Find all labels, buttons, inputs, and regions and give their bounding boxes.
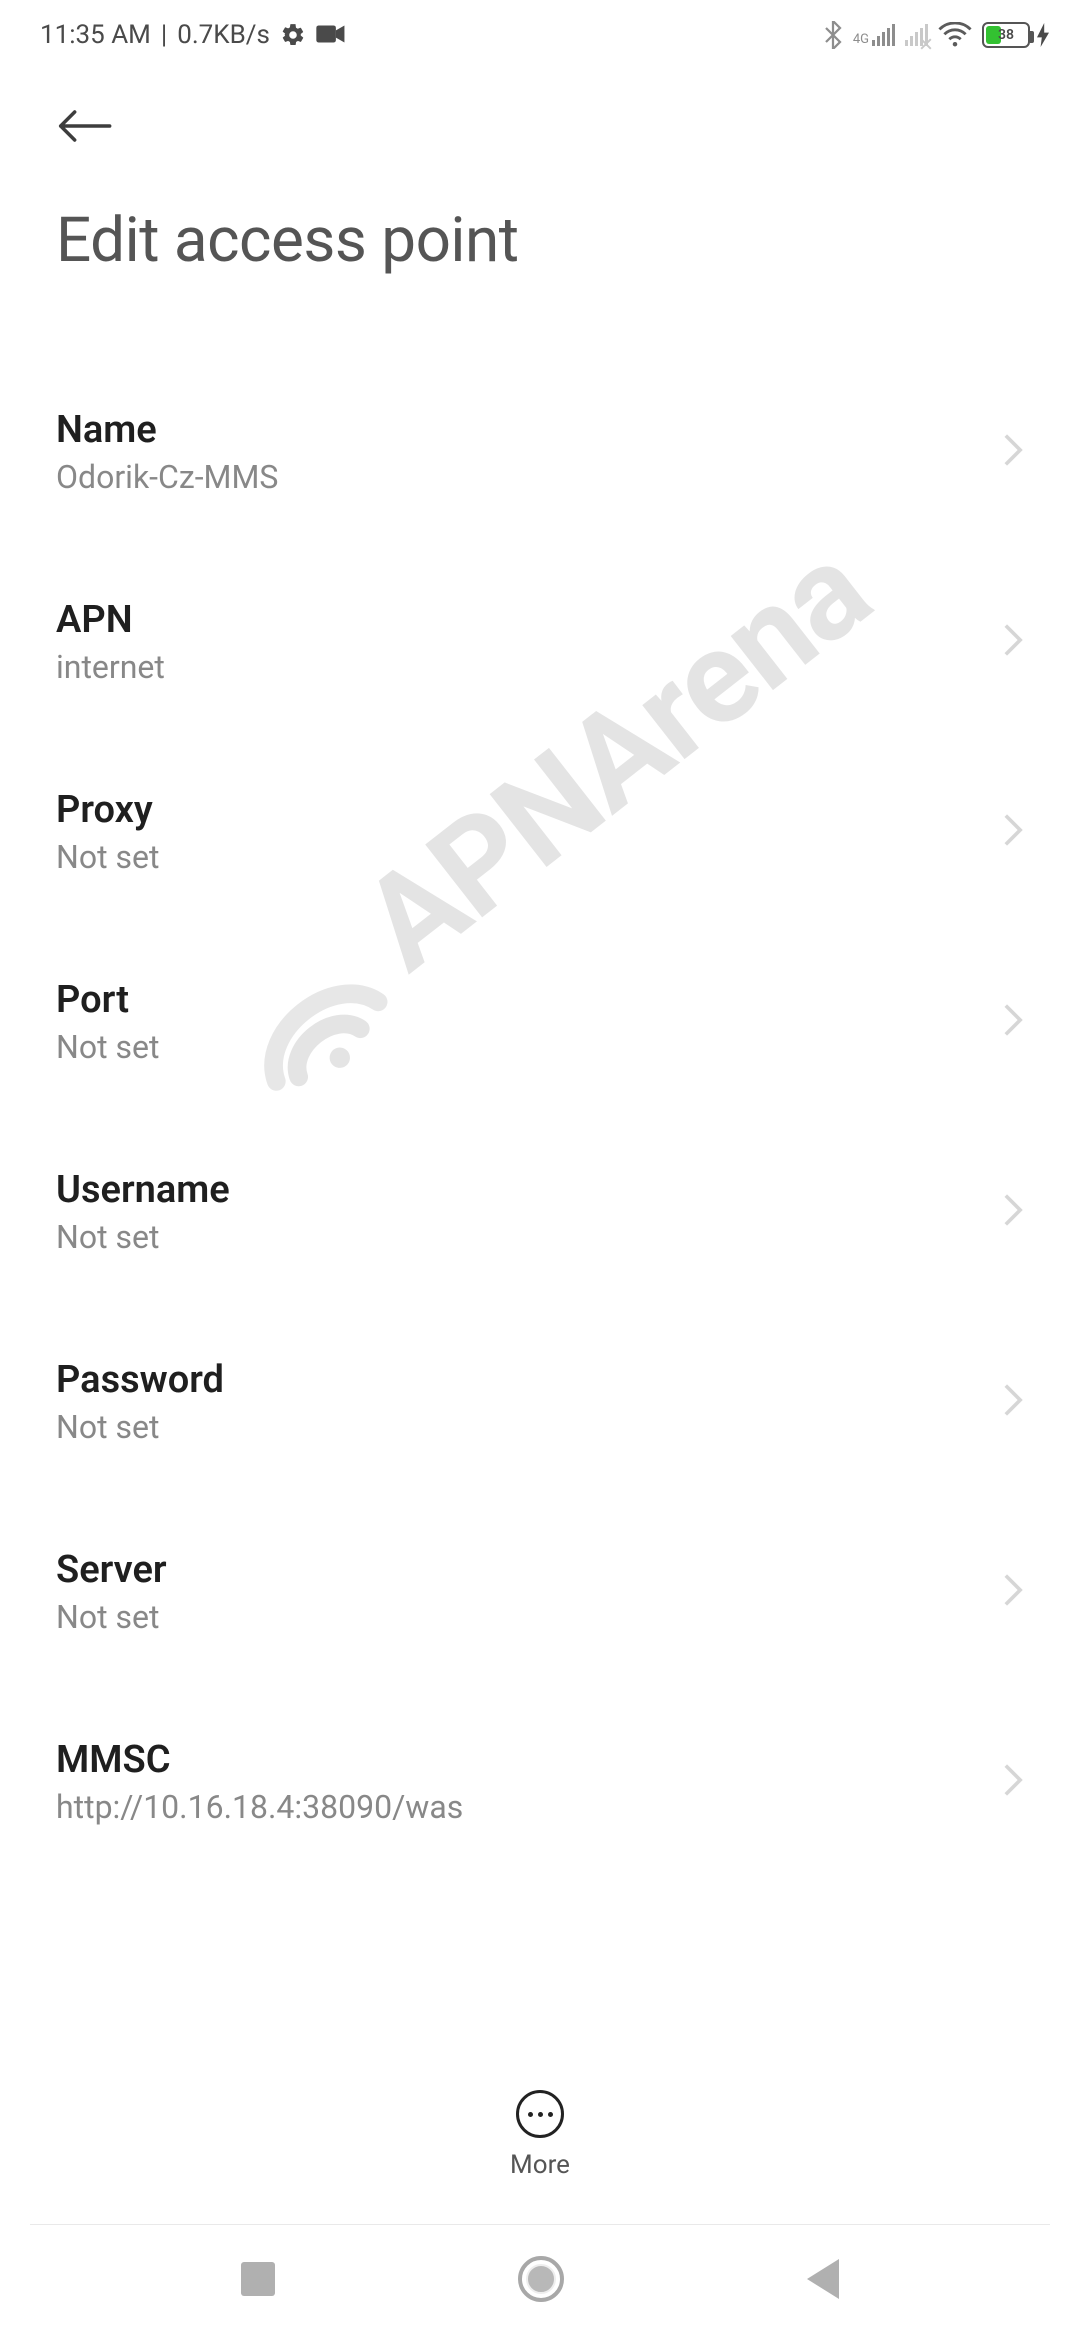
header: Edit access point	[0, 94, 1080, 277]
signal-4g: 4G	[853, 24, 895, 46]
status-net-speed: 0.7KB/s	[177, 20, 270, 50]
setting-item-port[interactable]: Port Not set	[0, 927, 1080, 1117]
setting-value: http://10.16.18.4:38090/was	[56, 1788, 463, 1826]
setting-label: APN	[56, 598, 165, 642]
chevron-right-icon	[1002, 622, 1024, 662]
signal-bars-secondary-icon	[905, 24, 928, 46]
chevron-right-icon	[1002, 1002, 1024, 1042]
setting-item-name[interactable]: Name Odorik-Cz-MMS	[0, 357, 1080, 547]
chevron-right-icon	[1002, 1192, 1024, 1232]
back-button[interactable]	[56, 94, 120, 158]
battery-icon: 38	[982, 22, 1030, 48]
setting-item-mmsc[interactable]: MMSC http://10.16.18.4:38090/was	[0, 1687, 1080, 1867]
status-time: 11:35 AM	[40, 20, 151, 50]
setting-item-username[interactable]: Username Not set	[0, 1117, 1080, 1307]
signal-bars-icon	[872, 24, 895, 46]
chevron-right-icon	[1002, 1382, 1024, 1422]
status-bar: 11:35 AM | 0.7KB/s 4G 38	[0, 0, 1080, 70]
setting-label: Server	[56, 1548, 167, 1592]
mobile-gen-label: 4G	[853, 33, 869, 46]
nav-home-icon[interactable]	[518, 2256, 564, 2302]
status-separator: |	[161, 20, 167, 50]
setting-value: Not set	[56, 838, 159, 876]
status-left: 11:35 AM | 0.7KB/s	[40, 20, 342, 50]
more-button[interactable]: More	[0, 2090, 1080, 2180]
setting-value: Not set	[56, 1028, 159, 1066]
charging-bolt-icon	[1036, 23, 1050, 47]
chevron-right-icon	[1002, 1572, 1024, 1612]
setting-value: Not set	[56, 1218, 230, 1256]
battery-percent: 38	[998, 27, 1014, 43]
more-label: More	[510, 2150, 570, 2180]
setting-value: Odorik-Cz-MMS	[56, 458, 278, 496]
setting-label: Name	[56, 408, 278, 452]
setting-label: MMSC	[56, 1738, 463, 1782]
settings-list[interactable]: Name Odorik-Cz-MMS APN internet Proxy No…	[0, 357, 1080, 1867]
setting-label: Port	[56, 978, 159, 1022]
more-dots-icon	[516, 2090, 564, 2138]
setting-item-apn[interactable]: APN internet	[0, 547, 1080, 737]
gear-icon	[280, 22, 306, 48]
setting-label: Password	[56, 1358, 224, 1402]
wifi-icon	[938, 22, 972, 48]
camera-icon	[316, 22, 342, 48]
battery-indicator: 38	[982, 22, 1050, 48]
setting-value: Not set	[56, 1408, 224, 1446]
setting-item-password[interactable]: Password Not set	[0, 1307, 1080, 1497]
nav-back-icon[interactable]	[807, 2259, 839, 2299]
page-title: Edit access point	[56, 204, 1024, 277]
setting-item-server[interactable]: Server Not set	[0, 1497, 1080, 1687]
setting-label: Proxy	[56, 788, 159, 832]
setting-value: Not set	[56, 1598, 167, 1636]
setting-item-proxy[interactable]: Proxy Not set	[0, 737, 1080, 927]
nav-recents-icon[interactable]	[241, 2262, 275, 2296]
setting-label: Username	[56, 1168, 230, 1212]
bluetooth-icon	[823, 21, 843, 49]
chevron-right-icon	[1002, 432, 1024, 472]
arrow-left-icon	[56, 106, 112, 146]
setting-value: internet	[56, 648, 165, 686]
navigation-bar	[0, 2225, 1080, 2340]
status-right: 4G 38	[823, 21, 1050, 49]
chevron-right-icon	[1002, 1762, 1024, 1802]
chevron-right-icon	[1002, 812, 1024, 852]
